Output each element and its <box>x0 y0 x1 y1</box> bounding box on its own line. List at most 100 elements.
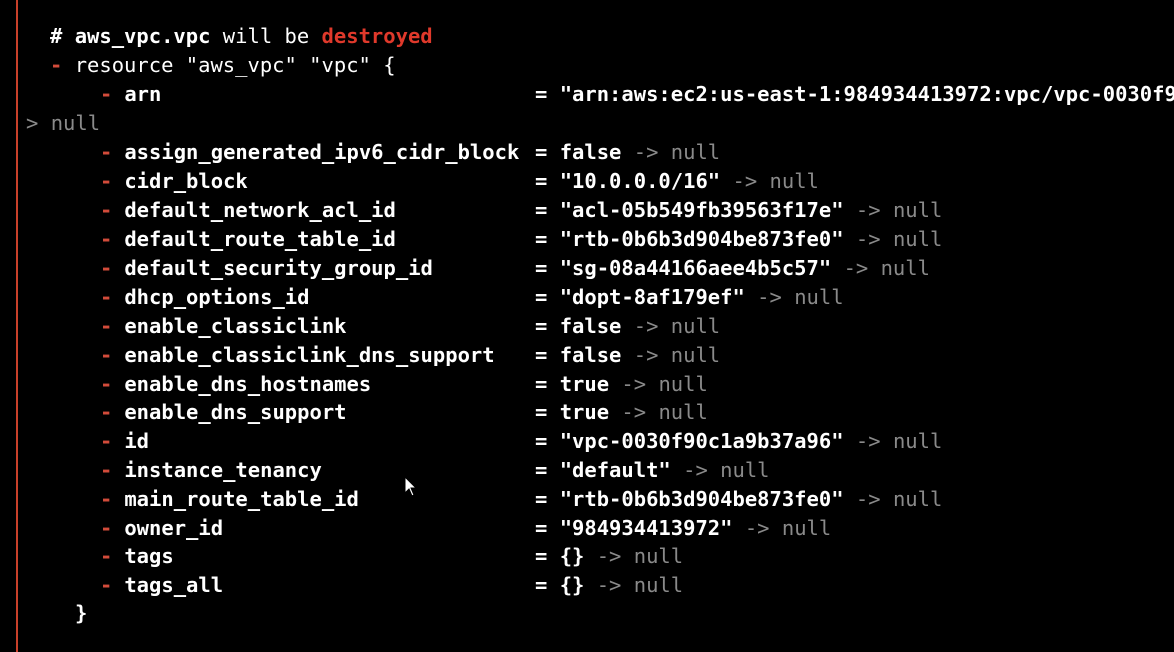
attribute-row-owner-id: - owner_id = "984934413972" -> null <box>100 514 831 543</box>
attribute-equals: = <box>535 314 548 338</box>
attribute-equals: = <box>535 573 548 597</box>
attribute-value: "default" <box>559 458 671 482</box>
will-be-text: will be <box>222 24 310 48</box>
attribute-value: false <box>559 140 622 164</box>
attribute-row-main-route-table-id: - main_route_table_id = "rtb-0b6b3d904be87… <box>100 485 942 514</box>
change-arrow: -> <box>855 487 881 511</box>
attribute-equals: = <box>535 429 548 453</box>
attribute-value: false <box>559 314 622 338</box>
attribute-key: tags_all <box>124 573 224 597</box>
attribute-row-enable-classiclink-dns-support: - enable_classiclink_dns_support = false -… <box>100 341 720 370</box>
attribute-equals: = <box>535 198 548 222</box>
new-value-null: null <box>658 372 708 396</box>
attribute-row-arn: - arn = "arn:aws:ec2:us-east-1:98493441397… <box>100 80 1174 109</box>
new-value-null: null <box>720 458 770 482</box>
attribute-value: "sg-08a44166aee4b5c57" <box>559 256 832 280</box>
change-arrow: -> <box>757 285 782 309</box>
attribute-equals: = <box>535 400 548 424</box>
attribute-value: false <box>559 343 622 367</box>
attribute-remove-dash: - <box>100 400 113 424</box>
attribute-remove-dash: - <box>100 343 113 367</box>
comment-hash: # <box>50 24 63 48</box>
attribute-key: assign_generated_ipv6_cidr_block <box>124 140 520 164</box>
attribute-row-dhcp-options-id: - dhcp_options_id = "dopt-8af179ef" -> nul… <box>100 283 844 312</box>
attribute-row-default-route-table-id: - default_route_table_id = "rtb-0b6b3d904b… <box>100 225 942 254</box>
new-value-null: null <box>670 314 721 338</box>
attribute-key: main_route_table_id <box>124 487 359 511</box>
attribute-row-instance-tenancy: - instance_tenancy = "default" -> null <box>100 456 770 485</box>
wrapped-null-text: null <box>50 111 101 135</box>
attribute-equals: = <box>535 140 548 164</box>
change-arrow: -> <box>843 256 869 280</box>
wrap-indicator: > <box>26 111 39 135</box>
destroy-action-text: destroyed <box>321 24 433 48</box>
terminal-window[interactable]: # aws_vpc.vpc will be destroyed - resour… <box>0 0 1174 652</box>
attribute-remove-dash: - <box>100 285 113 309</box>
attribute-value: "10.0.0.0/16" <box>559 169 721 193</box>
change-arrow: -> <box>633 314 659 338</box>
attribute-equals: = <box>535 544 548 568</box>
new-value-null: null <box>633 544 684 568</box>
attribute-row-default-network-acl-id: - default_network_acl_id = "acl-05b549fb39… <box>100 196 942 225</box>
attribute-row-default-security-group-id: - default_security_group_id = "sg-08a44166… <box>100 254 930 283</box>
change-arrow: -> <box>744 516 770 540</box>
attribute-value: "arn:aws:ec2:us-east-1:984934413972:vpc/… <box>559 82 1174 106</box>
attribute-key: default_route_table_id <box>124 227 396 251</box>
attribute-remove-dash: - <box>100 429 113 453</box>
change-arrow: -> <box>596 573 622 597</box>
change-arrow: -> <box>683 458 708 482</box>
attribute-equals: = <box>535 343 548 367</box>
new-value-null: null <box>880 256 930 280</box>
new-value-null: null <box>892 487 943 511</box>
attribute-key: instance_tenancy <box>124 458 322 482</box>
attribute-row-enable-classiclink: - enable_classiclink = false -> null <box>100 312 720 341</box>
attribute-value: "984934413972" <box>559 516 733 540</box>
new-value-null: null <box>633 573 684 597</box>
attribute-equals: = <box>535 227 548 251</box>
new-value-null: null <box>670 343 721 367</box>
mouse-pointer-icon <box>404 476 418 497</box>
attribute-row-enable-dns-support: - enable_dns_support = true -> null <box>100 398 708 427</box>
new-value-null: null <box>794 285 844 309</box>
attribute-equals: = <box>535 487 548 511</box>
attribute-value: {} <box>559 544 585 568</box>
attribute-remove-dash: - <box>100 458 113 482</box>
attribute-equals: = <box>535 458 548 482</box>
attribute-key: default_network_acl_id <box>124 198 396 222</box>
attribute-row-tags-all: - tags_all = {} -> null <box>100 571 683 600</box>
change-arrow: -> <box>633 140 659 164</box>
attribute-key: enable_dns_hostnames <box>124 372 372 396</box>
terminal-left-border <box>16 0 18 652</box>
change-arrow: -> <box>732 169 758 193</box>
attribute-equals: = <box>535 82 548 106</box>
attribute-key: enable_classiclink <box>124 314 347 338</box>
change-arrow: -> <box>621 400 647 424</box>
attribute-remove-dash: - <box>100 372 113 396</box>
change-arrow: -> <box>855 198 881 222</box>
attribute-remove-dash: - <box>100 82 113 106</box>
attribute-remove-dash: - <box>100 227 113 251</box>
attribute-equals: = <box>535 516 548 540</box>
attribute-remove-dash: - <box>100 140 113 164</box>
attribute-key: id <box>124 429 150 453</box>
new-value-null: null <box>781 516 832 540</box>
attribute-value: {} <box>559 573 585 597</box>
change-arrow: -> <box>855 429 881 453</box>
new-value-null: null <box>892 198 943 222</box>
attribute-row-tags: - tags = {} -> null <box>100 542 683 571</box>
resource-declaration: resource "aws_vpc" "vpc" { <box>74 53 396 77</box>
attribute-row-assign-generated-ipv6-cidr-block: - assign_generated_ipv6_cidr_block = false… <box>100 138 720 167</box>
attribute-row-id: - id = "vpc-0030f90c1a9b37a96" -> null <box>100 427 942 456</box>
resource-declaration-line: - resource "aws_vpc" "vpc" { <box>50 51 396 80</box>
resource-comment-line: # aws_vpc.vpc will be destroyed <box>50 22 433 51</box>
attribute-key: owner_id <box>124 516 224 540</box>
attribute-value: true <box>559 372 610 396</box>
attribute-key: enable_classiclink_dns_support <box>124 343 495 367</box>
attribute-equals: = <box>535 285 548 309</box>
attribute-remove-dash: - <box>100 487 113 511</box>
attribute-equals: = <box>535 256 548 280</box>
attribute-remove-dash: - <box>100 573 113 597</box>
attribute-key: tags <box>124 544 174 568</box>
new-value-null: null <box>892 429 943 453</box>
attribute-value: "rtb-0b6b3d904be873fe0" <box>559 227 844 251</box>
